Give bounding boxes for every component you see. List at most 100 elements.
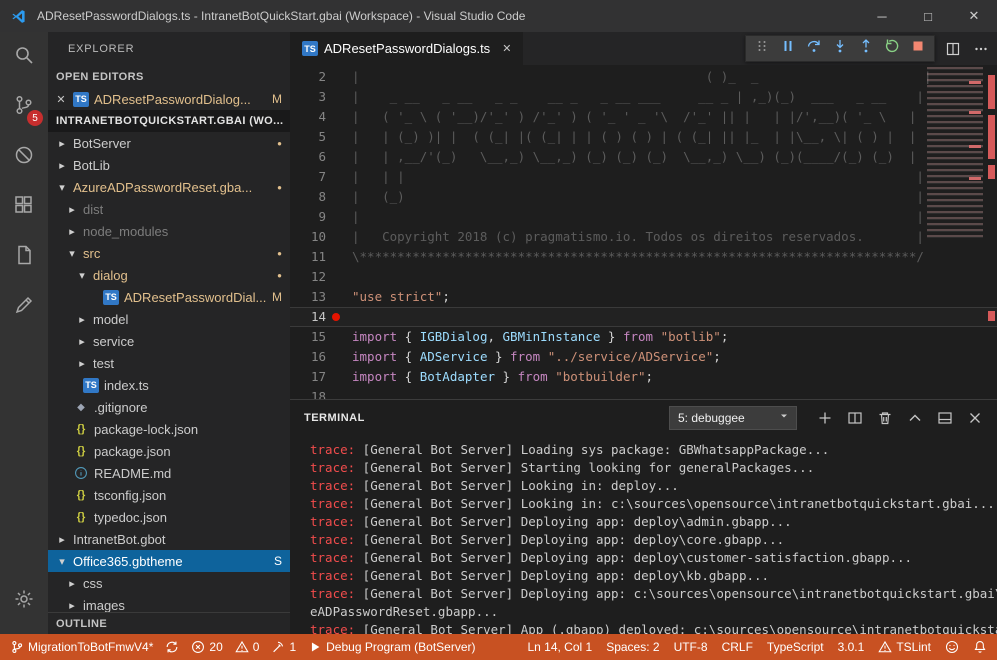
tool-count[interactable]: 1: [271, 640, 296, 654]
step-into-button[interactable]: [828, 37, 852, 61]
split-terminal-button[interactable]: [847, 410, 863, 426]
tree-item-package-json[interactable]: {}package.json: [48, 440, 290, 462]
cursor-position[interactable]: Ln 14, Col 1: [527, 640, 592, 654]
tree-item-node-modules[interactable]: ▸node_modules: [48, 220, 290, 242]
code-line[interactable]: 17import { BotAdapter } from "botbuilder…: [290, 367, 997, 387]
tree-item-service[interactable]: ▸service: [48, 330, 290, 352]
activity-source-control-button[interactable]: 5: [0, 82, 48, 132]
code-line[interactable]: 15import { IGBDialog, GBMinInstance } fr…: [290, 327, 997, 347]
log-level: trace:: [310, 532, 355, 547]
code-line[interactable]: 11\*************************************…: [290, 247, 997, 267]
code-line[interactable]: 3| _ __ _ __ _ _ __ _ _ __ ___ __ _ | ,_…: [290, 87, 997, 107]
new-terminal-button[interactable]: [817, 410, 833, 426]
encoding[interactable]: UTF-8: [674, 640, 708, 654]
tree-item-adresetpassworddial[interactable]: TSADResetPasswordDial...M: [48, 286, 290, 308]
activity-settings-button[interactable]: [0, 576, 48, 626]
info-file-icon: [73, 466, 89, 480]
stop-button[interactable]: [906, 37, 930, 61]
status-label: 20: [209, 640, 222, 654]
indentation[interactable]: Spaces: 2: [606, 640, 659, 654]
maximize-panel-button[interactable]: [907, 410, 923, 426]
line-number: 4: [290, 107, 352, 127]
notifications[interactable]: [973, 640, 987, 654]
code-line[interactable]: 6| | ,__/'(_) \__,_) \__,_) (_) (_) (_) …: [290, 147, 997, 167]
step-over-button[interactable]: [802, 37, 826, 61]
tslint-status[interactable]: TSLint: [878, 640, 931, 654]
tree-item-dist[interactable]: ▸dist: [48, 198, 290, 220]
code-line[interactable]: 4| ( '_ \ ( '__)/'_' ) /'_' ) ( '_ ' _ '…: [290, 107, 997, 127]
close-icon[interactable]: ✕: [502, 42, 511, 55]
code-line[interactable]: 8| (_) |: [290, 187, 997, 207]
code-line[interactable]: 2| ( )_ _ |: [290, 67, 997, 87]
code-line[interactable]: 14: [290, 307, 997, 327]
open-editor-item[interactable]: ✕ TS ADResetPasswordDialog... M: [48, 88, 290, 110]
more-actions-button[interactable]: [973, 41, 989, 57]
drag-handle-button[interactable]: [750, 37, 774, 61]
tree-item-dialog[interactable]: ▾dialog●: [48, 264, 290, 286]
code-line[interactable]: 5| | (_) )| | ( (_| |( (_| | | ( ) ( ) |…: [290, 127, 997, 147]
warnings[interactable]: 0: [235, 640, 260, 654]
activity-files-button[interactable]: [0, 232, 48, 282]
code-line[interactable]: 18: [290, 387, 997, 399]
code-line[interactable]: 12: [290, 267, 997, 287]
terminal-tab[interactable]: TERMINAL: [304, 412, 365, 424]
chevron-down-icon: ▾: [56, 181, 68, 194]
code-line[interactable]: 9| |: [290, 207, 997, 227]
git-branch[interactable]: MigrationToBotFmwV4*: [10, 640, 153, 654]
tree-item-model[interactable]: ▸model: [48, 308, 290, 330]
tree-item-readme-md[interactable]: README.md: [48, 462, 290, 484]
tree-item-package-lock-json[interactable]: {}package-lock.json: [48, 418, 290, 440]
close-panel-button[interactable]: [967, 410, 983, 426]
step-out-button[interactable]: [854, 37, 878, 61]
code-text: \***************************************…: [352, 247, 924, 267]
restart-button[interactable]: [880, 37, 904, 61]
activity-debug-button[interactable]: [0, 132, 48, 182]
pause-button[interactable]: [776, 37, 800, 61]
tree-item-test[interactable]: ▸test: [48, 352, 290, 374]
panel-position-button[interactable]: [937, 410, 953, 426]
tree-item-tsconfig-json[interactable]: {}tsconfig.json: [48, 484, 290, 506]
tree-item-index-ts[interactable]: TSindex.ts: [48, 374, 290, 396]
tree-item-botserver[interactable]: ▸BotServer●: [48, 132, 290, 154]
activity-search-button[interactable]: [0, 32, 48, 82]
tree-item-azureadpasswordreset-gba[interactable]: ▾AzureADPasswordReset.gba...●: [48, 176, 290, 198]
split-editor-button[interactable]: [945, 41, 961, 57]
tree-item-office365-gbtheme[interactable]: ▾Office365.gbthemeS: [48, 550, 290, 572]
outline-header[interactable]: OUTLINE: [48, 612, 290, 634]
tab-adresetpassworddialogs[interactable]: TS ADResetPasswordDialogs.ts ✕: [290, 32, 523, 65]
language-mode[interactable]: TypeScript: [767, 640, 824, 654]
code-line[interactable]: 10| Copyright 2018 (c) pragmatismo.io. T…: [290, 227, 997, 247]
kill-terminal-button[interactable]: [877, 410, 893, 426]
tree-item-label: css: [83, 576, 103, 591]
tree-item-css[interactable]: ▸css: [48, 572, 290, 594]
typescript-version[interactable]: 3.0.1: [838, 640, 865, 654]
tab-label: ADResetPasswordDialogs.ts: [324, 41, 490, 56]
code-line[interactable]: 7| | | |: [290, 167, 997, 187]
debug-program[interactable]: Debug Program (BotServer): [308, 640, 475, 654]
terminal-selector[interactable]: 5: debuggee: [669, 406, 797, 430]
close-icon[interactable]: ✕: [54, 93, 68, 106]
workspace-section-header[interactable]: INTRANETBOTQUICKSTART.GBAI (WO...: [48, 110, 290, 132]
open-editors-header[interactable]: OPEN EDITORS: [48, 66, 290, 88]
sync[interactable]: [165, 640, 179, 654]
activity-edit-button[interactable]: [0, 282, 48, 332]
errors[interactable]: 20: [191, 640, 222, 654]
code-line[interactable]: 13"use strict";: [290, 287, 997, 307]
tree-item-intranetbot-gbot[interactable]: ▸IntranetBot.gbot: [48, 528, 290, 550]
activity-extensions-button[interactable]: [0, 182, 48, 232]
tree-item-label: dist: [83, 202, 103, 217]
eol[interactable]: CRLF: [722, 640, 753, 654]
line-number: 17: [290, 367, 352, 387]
tree-item-typedoc-json[interactable]: {}typedoc.json: [48, 506, 290, 528]
code-editor[interactable]: 2| ( )_ _ |3| _ __ _ __ _ _ __ _ _ __ __…: [290, 65, 997, 399]
feedback[interactable]: [945, 640, 959, 654]
close-button[interactable]: ✕: [951, 0, 997, 32]
maximize-button[interactable]: □: [905, 0, 951, 32]
minimize-button[interactable]: ─: [859, 0, 905, 32]
tree-item-botlib[interactable]: ▸BotLib: [48, 154, 290, 176]
minimap[interactable]: [927, 67, 983, 239]
code-line[interactable]: 16import { ADService } from "../service/…: [290, 347, 997, 367]
tree-item-gitignore[interactable]: ◆.gitignore: [48, 396, 290, 418]
terminal-output[interactable]: trace: [General Bot Server] Loading sys …: [290, 435, 997, 639]
tree-item-src[interactable]: ▾src●: [48, 242, 290, 264]
